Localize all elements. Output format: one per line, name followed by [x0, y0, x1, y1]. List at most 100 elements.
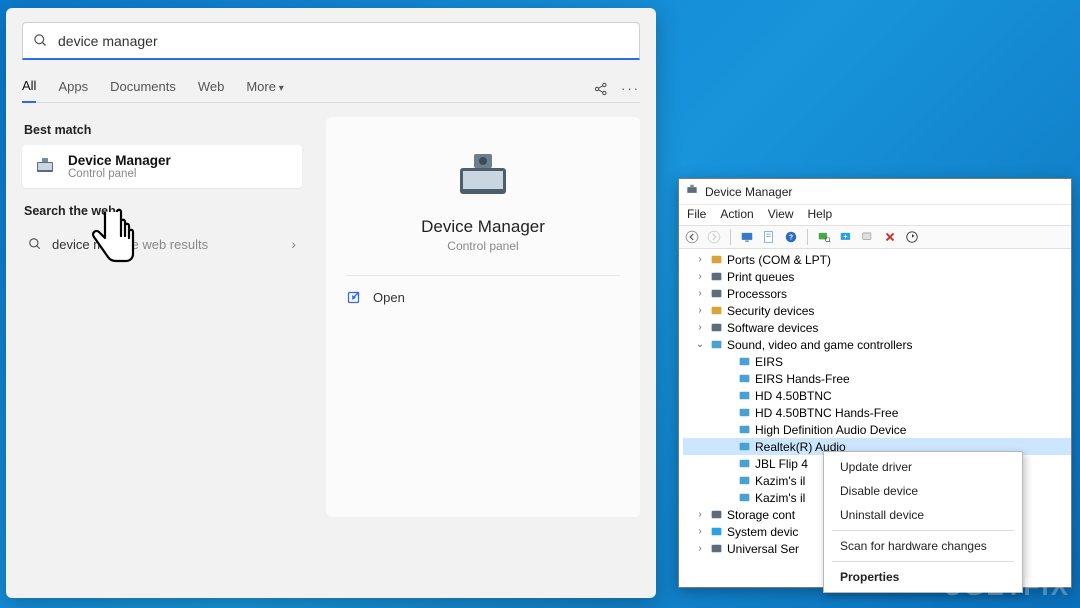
search-web-label: Search the web [24, 204, 302, 218]
svg-text:?: ? [789, 234, 793, 241]
tree-node-icon [737, 491, 751, 505]
properties-icon[interactable] [760, 228, 778, 246]
search-panel: All Apps Documents Web More ··· Best mat… [6, 8, 656, 598]
tree-node-icon [709, 508, 723, 522]
tab-documents[interactable]: Documents [110, 79, 176, 102]
menu-file[interactable]: File [687, 207, 706, 221]
device-manager-window: Device Manager File Action View Help ? ›… [678, 178, 1072, 588]
tree-node-icon [709, 270, 723, 284]
tree-node-icon [709, 304, 723, 318]
detail-panel: Device Manager Control panel Open [326, 117, 640, 517]
best-match-subtitle: Control panel [68, 168, 171, 180]
disable-icon[interactable] [881, 228, 899, 246]
ctx-scan-hardware[interactable]: Scan for hardware changes [826, 534, 1020, 558]
web-result-prefix: device m [52, 237, 104, 252]
tree-label: Sound, video and game controllers [727, 338, 912, 352]
menu-help[interactable]: Help [808, 207, 833, 221]
help-icon[interactable]: ? [782, 228, 800, 246]
forward-icon[interactable] [705, 228, 723, 246]
tree-arrow-icon: › [695, 254, 705, 265]
tree-row[interactable]: › Processors [683, 285, 1071, 302]
update-icon[interactable] [837, 228, 855, 246]
tree-node-icon [709, 542, 723, 556]
tree-node-icon [737, 474, 751, 488]
tree-row[interactable]: ›Software devices [683, 319, 1071, 336]
tab-more[interactable]: More [246, 79, 283, 102]
tree-label: Processors [727, 287, 787, 301]
tree-node-icon [709, 338, 723, 352]
search-input[interactable] [56, 32, 629, 50]
tree-node-icon [709, 287, 723, 301]
tab-all[interactable]: All [22, 78, 36, 103]
tree-row[interactable]: HD 4.50BTNC [683, 387, 1071, 404]
open-icon [346, 290, 361, 305]
dm-menubar: File Action View Help [679, 205, 1071, 225]
tree-label: System devic [727, 525, 798, 539]
tree-arrow-icon: ⌄ [695, 339, 705, 350]
tree-arrow-icon: › [695, 288, 705, 299]
tree-row[interactable]: ›Print queues [683, 268, 1071, 285]
search-icon [28, 237, 42, 251]
tree-label: Security devices [727, 304, 814, 318]
tree-label: EIRS [755, 355, 783, 369]
open-label: Open [373, 290, 405, 305]
device-manager-icon [32, 154, 58, 180]
tree-label: JBL Flip 4 [755, 457, 808, 471]
tree-row[interactable]: ⌄ Sound, video and game controllers [683, 336, 1071, 353]
tab-web[interactable]: Web [198, 79, 225, 102]
more-icon[interactable]: ··· [621, 81, 640, 100]
tree-row[interactable]: EIRS Hands-Free [683, 370, 1071, 387]
ctx-disable-device[interactable]: Disable device [826, 479, 1020, 503]
tree-node-icon [737, 440, 751, 454]
device-manager-icon [685, 183, 699, 200]
tree-label: HD 4.50BTNC Hands-Free [755, 406, 898, 420]
tree-node-icon [737, 389, 751, 403]
search-tabs: All Apps Documents Web More ··· [22, 78, 640, 103]
menu-action[interactable]: Action [720, 207, 753, 221]
tree-node-icon [737, 372, 751, 386]
tree-node-icon [737, 423, 751, 437]
detail-title: Device Manager [421, 217, 545, 237]
tree-label: Storage cont [727, 508, 795, 522]
tree-node-icon [737, 406, 751, 420]
dm-titlebar[interactable]: Device Manager [679, 179, 1071, 205]
tree-label: Print queues [727, 270, 794, 284]
tree-arrow-icon: › [695, 543, 705, 554]
tab-apps[interactable]: Apps [58, 79, 88, 102]
tree-node-icon [737, 355, 751, 369]
ctx-update-driver[interactable]: Update driver [826, 455, 1020, 479]
open-action[interactable]: Open [346, 290, 405, 305]
back-icon[interactable] [683, 228, 701, 246]
tree-node-icon [709, 253, 723, 267]
best-match-result[interactable]: Device Manager Control panel [22, 145, 302, 188]
tree-node-icon [709, 525, 723, 539]
tree-label: Ports (COM & LPT) [727, 253, 831, 267]
ctx-uninstall-device[interactable]: Uninstall device [826, 503, 1020, 527]
dm-toolbar: ? [679, 225, 1071, 249]
search-box[interactable] [22, 22, 640, 60]
tree-arrow-icon: › [695, 526, 705, 537]
tree-row[interactable]: › Security devices [683, 302, 1071, 319]
tree-arrow-icon: › [695, 305, 705, 316]
enable-icon[interactable] [903, 228, 921, 246]
tree-label: HD 4.50BTNC [755, 389, 832, 403]
search-icon [33, 33, 48, 48]
tree-row[interactable]: › Ports (COM & LPT) [683, 251, 1071, 268]
tree-row[interactable]: High Definition Audio Device [683, 421, 1071, 438]
tree-row[interactable]: EIRS [683, 353, 1071, 370]
share-icon[interactable] [593, 81, 609, 100]
web-result[interactable]: device m - See web results › [22, 226, 302, 262]
uninstall-icon[interactable] [859, 228, 877, 246]
tree-arrow-icon: › [695, 322, 705, 333]
tree-row[interactable]: HD 4.50BTNC Hands-Free [683, 404, 1071, 421]
menu-view[interactable]: View [768, 207, 794, 221]
tree-label: Kazim's il [755, 474, 805, 488]
tree-label: High Definition Audio Device [755, 423, 906, 437]
computer-icon[interactable] [738, 228, 756, 246]
best-match-label: Best match [24, 123, 302, 137]
scan-icon[interactable] [815, 228, 833, 246]
tree-node-icon [709, 321, 723, 335]
tree-label: Universal Ser [727, 542, 799, 556]
tree-label: EIRS Hands-Free [755, 372, 850, 386]
web-result-suffix: See web results [116, 237, 209, 252]
